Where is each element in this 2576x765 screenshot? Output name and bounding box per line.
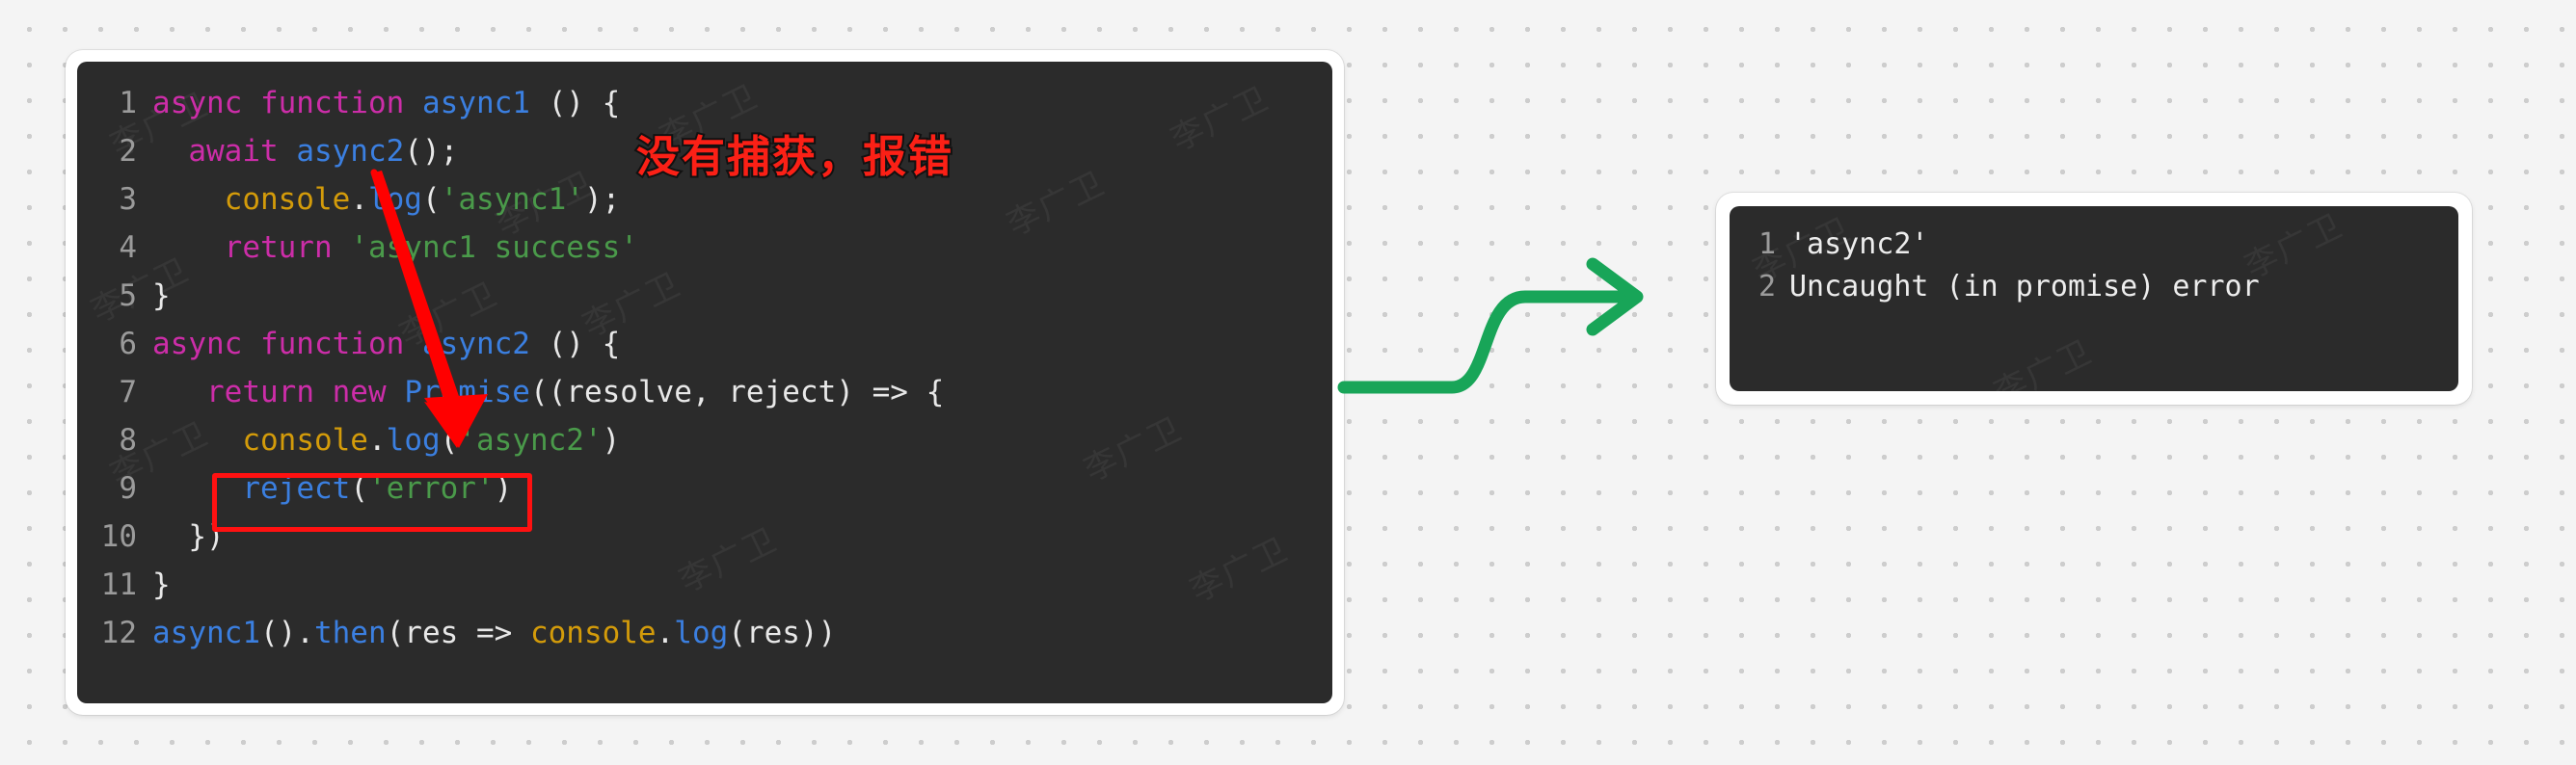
green-arrow-annotation <box>1337 257 1644 394</box>
code-line: 11 } <box>77 561 1332 609</box>
console-panel: 李广卫 李广卫 李广卫 1 'async2' 2 Uncaught (in pr… <box>1730 206 2458 391</box>
line-content: } <box>152 567 171 602</box>
line-number: 2 <box>1758 270 1776 303</box>
console-output-card: 李广卫 李广卫 李广卫 1 'async2' 2 Uncaught (in pr… <box>1716 193 2472 405</box>
code-line: 12 async1().then(res => console.log(res)… <box>77 609 1332 657</box>
line-content: 'async2' <box>1789 227 1929 261</box>
line-number: 4 <box>119 230 137 265</box>
line-content: Uncaught (in promise) error <box>1789 270 2260 303</box>
line-content: } <box>152 278 171 313</box>
line-number: 10 <box>100 519 137 554</box>
line-content: return new Promise((resolve, reject) => … <box>206 375 945 409</box>
console-line: 1 'async2' <box>1730 224 2458 266</box>
annotation-note-text: 没有捕获，报错 <box>634 129 954 184</box>
line-number: 5 <box>119 278 137 313</box>
line-number: 12 <box>100 616 137 650</box>
console-lines: 1 'async2' 2 Uncaught (in promise) error <box>1730 206 2458 308</box>
red-highlight-box <box>212 473 532 532</box>
code-line: 6 async function async2 () { <box>77 320 1332 368</box>
watermark-text: 李广卫 <box>1988 331 2099 391</box>
line-content: async1().then(res => console.log(res)) <box>152 616 837 650</box>
code-line: 4 return 'async1 success' <box>77 224 1332 272</box>
code-line: 5 } <box>77 272 1332 320</box>
line-content: async function async1 () { <box>152 86 621 120</box>
line-number: 6 <box>119 327 137 361</box>
code-line: 1 async function async1 () { <box>77 79 1332 127</box>
line-number: 3 <box>119 182 137 217</box>
line-number: 1 <box>1758 227 1776 261</box>
line-number: 11 <box>100 567 137 602</box>
code-line: 8 console.log('async2') <box>77 416 1332 464</box>
console-line: 2 Uncaught (in promise) error <box>1730 266 2458 308</box>
line-number: 8 <box>119 423 137 458</box>
code-line: 7 return new Promise((resolve, reject) =… <box>77 368 1332 416</box>
line-number: 2 <box>119 134 137 169</box>
line-number: 7 <box>119 375 137 409</box>
line-number: 1 <box>119 86 137 120</box>
red-arrow-annotation <box>370 169 488 448</box>
line-number: 9 <box>119 471 137 506</box>
